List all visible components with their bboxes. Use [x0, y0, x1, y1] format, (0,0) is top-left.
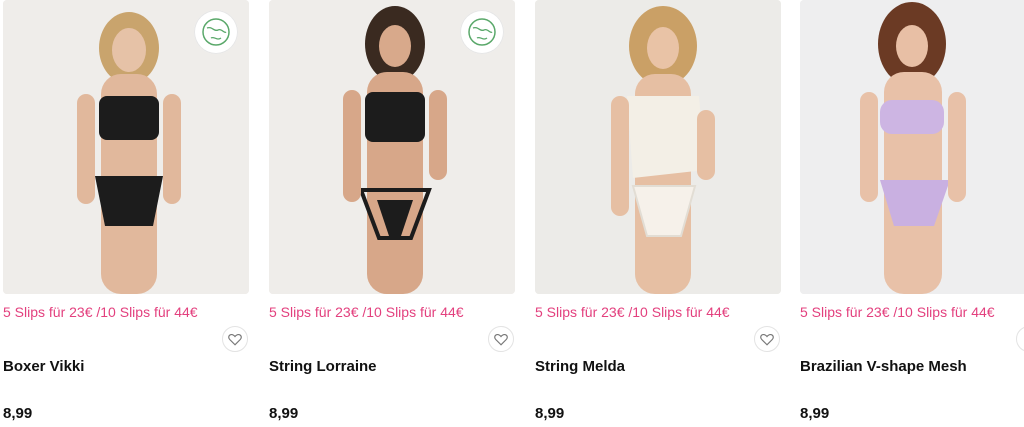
model-photo-placeholder [535, 0, 781, 294]
wishlist-button[interactable] [222, 326, 248, 352]
promo-text: 5 Slips für 23€ /10 Slips für 44€ [800, 304, 995, 320]
product-price: 8,99 [269, 405, 299, 422]
product-card[interactable]: 5 Slips für 23€ /10 Slips für 44€ Boxer … [3, 0, 249, 427]
product-image[interactable] [269, 0, 515, 294]
promo-text: 5 Slips für 23€ /10 Slips für 44€ [269, 304, 464, 320]
model-photo-placeholder [800, 0, 1024, 294]
product-price: 8,99 [3, 405, 33, 422]
product-name[interactable]: Boxer Vikki [3, 358, 84, 375]
product-image[interactable] [535, 0, 781, 294]
product-card[interactable]: 5 Slips für 23€ /10 Slips für 44€ String… [269, 0, 515, 427]
wishlist-button[interactable] [754, 326, 780, 352]
product-name[interactable]: String Melda [535, 358, 625, 375]
wishlist-button[interactable] [488, 326, 514, 352]
heart-outline-icon [760, 333, 774, 346]
heart-outline-icon [228, 333, 242, 346]
product-card[interactable]: 5 Slips für 23€ /10 Slips für 44€ Brazil… [800, 0, 1024, 427]
promo-text: 5 Slips für 23€ /10 Slips für 44€ [535, 304, 730, 320]
product-image[interactable] [3, 0, 249, 294]
globe-badge-icon [202, 18, 230, 46]
product-card[interactable]: 5 Slips für 23€ /10 Slips für 44€ String… [535, 0, 781, 427]
promo-text: 5 Slips für 23€ /10 Slips für 44€ [3, 304, 198, 320]
heart-outline-icon [494, 333, 508, 346]
product-price: 8,99 [800, 405, 830, 422]
product-price: 8,99 [535, 405, 565, 422]
sustainability-badge [194, 10, 238, 54]
product-name[interactable]: Brazilian V-shape Mesh [800, 358, 967, 375]
sustainability-badge [460, 10, 504, 54]
product-name[interactable]: String Lorraine [269, 358, 377, 375]
product-image[interactable] [800, 0, 1024, 294]
globe-badge-icon [468, 18, 496, 46]
